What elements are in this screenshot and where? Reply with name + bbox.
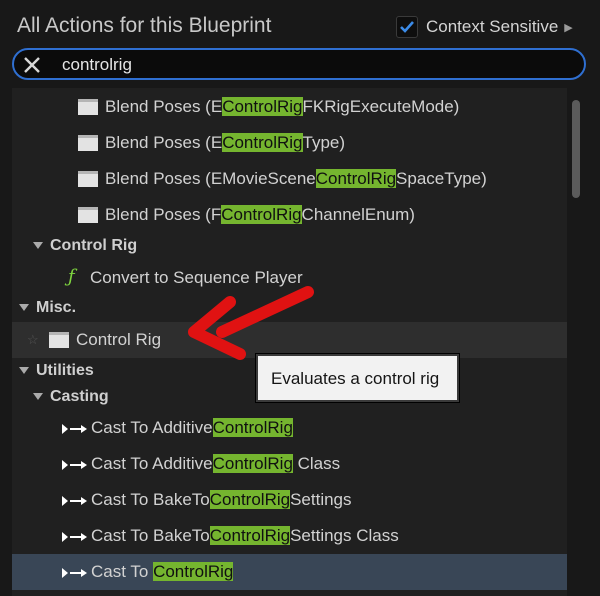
panel-title: All Actions for this Blueprint bbox=[17, 14, 272, 37]
expand-arrow-icon[interactable] bbox=[33, 393, 43, 400]
cast-node-icon bbox=[62, 568, 87, 578]
item-label: Control Rig bbox=[76, 330, 162, 349]
category-label: Utilities bbox=[36, 362, 94, 379]
clear-search-icon[interactable] bbox=[22, 55, 42, 75]
list-item[interactable]: Cast To BakeToControlRigSettings Class bbox=[12, 518, 567, 554]
cast-node-icon bbox=[62, 532, 87, 542]
list-item[interactable]: Blend Poses (EControlRigType) bbox=[12, 125, 567, 161]
list-item[interactable]: Blend Poses (FControlRigChannelEnum) bbox=[12, 197, 567, 233]
header: All Actions for this Blueprint Context S… bbox=[0, 0, 600, 50]
item-label: Cast To BakeToControlRigSettings Class bbox=[91, 526, 399, 545]
category-label: Control Rig bbox=[50, 237, 138, 254]
scrollbar-thumb[interactable] bbox=[572, 100, 580, 198]
enum-icon bbox=[78, 99, 98, 115]
tooltip-text: Evaluates a control rig bbox=[271, 369, 440, 388]
enum-icon bbox=[78, 135, 98, 151]
context-sensitive-label: Context Sensitive bbox=[426, 17, 559, 36]
item-label: Blend Poses (EControlRigType) bbox=[105, 133, 346, 152]
cast-node-icon bbox=[62, 496, 87, 506]
item-label: Blend Poses (EControlRigFKRigExecuteMode… bbox=[105, 97, 460, 116]
chevron-right-icon[interactable]: ▶ bbox=[564, 21, 572, 34]
enum-icon bbox=[78, 207, 98, 223]
checkmark-icon bbox=[400, 21, 414, 33]
list-item[interactable]: Cast To BakeToControlRigSettings bbox=[12, 482, 567, 518]
list-item-selected[interactable]: Cast To ControlRig bbox=[12, 554, 567, 590]
action-menu-panel: All Actions for this Blueprint Context S… bbox=[0, 0, 600, 596]
item-label: Blend Poses (FControlRigChannelEnum) bbox=[105, 205, 415, 224]
item-label: Cast To AdditiveControlRig Class bbox=[91, 454, 341, 473]
favorite-star-icon[interactable]: ☆ bbox=[27, 332, 39, 348]
tooltip: Evaluates a control rig bbox=[256, 354, 459, 402]
search-box[interactable] bbox=[12, 48, 586, 80]
context-sensitive-toggle[interactable]: Context Sensitive ▶ bbox=[396, 16, 573, 38]
list-item[interactable]: Blend Poses (EMovieSceneControlRigSpaceT… bbox=[12, 161, 567, 197]
node-icon bbox=[49, 332, 69, 348]
list-item[interactable]: Cast To AdditiveControlRig Class bbox=[12, 446, 567, 482]
category-label: Casting bbox=[50, 388, 109, 405]
item-label: Cast To AdditiveControlRig bbox=[91, 418, 293, 437]
search-input[interactable] bbox=[60, 53, 564, 77]
category-label: Misc. bbox=[36, 299, 77, 316]
item-label: Cast To BakeToControlRigSettings bbox=[91, 490, 352, 509]
enum-icon bbox=[78, 171, 98, 187]
cast-node-icon bbox=[62, 424, 87, 434]
list-item[interactable]: Blend Poses (EControlRigFKRigExecuteMode… bbox=[12, 89, 567, 125]
function-icon: ƒ bbox=[68, 266, 75, 287]
context-sensitive-checkbox[interactable] bbox=[396, 16, 418, 38]
cast-node-icon bbox=[62, 460, 87, 470]
expand-arrow-icon[interactable] bbox=[19, 367, 29, 374]
list-item[interactable]: Cast To AdditiveControlRig bbox=[12, 410, 567, 446]
item-label: Cast To ControlRig bbox=[91, 562, 234, 581]
expand-arrow-icon[interactable] bbox=[33, 242, 43, 249]
category-control-rig[interactable]: Control Rig bbox=[12, 233, 567, 259]
item-label: Blend Poses (EMovieSceneControlRigSpaceT… bbox=[105, 169, 487, 188]
expand-arrow-icon[interactable] bbox=[19, 304, 29, 311]
